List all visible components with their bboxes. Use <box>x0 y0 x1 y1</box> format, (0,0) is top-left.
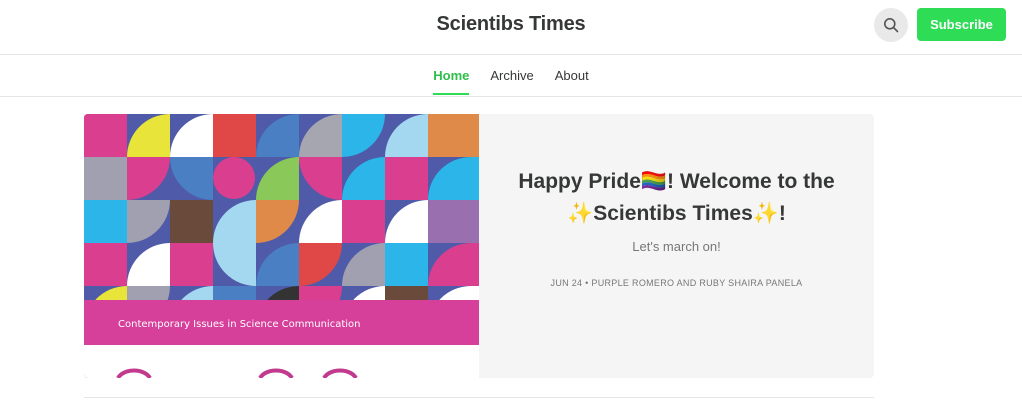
nav-bar: Home Archive About <box>0 55 1022 97</box>
featured-post-info: Happy Pride🏳️‍🌈! Welcome to the ✨Scienti… <box>479 114 874 378</box>
featured-post-card[interactable]: Contemporary Issues in Science Communica… <box>84 114 874 378</box>
nav-items: Home Archive About <box>0 55 1022 96</box>
cover-banner-text: Contemporary Issues in Science Communica… <box>118 319 360 330</box>
top-bar: Scientibs Times Subscribe <box>0 0 1022 55</box>
search-icon <box>884 18 899 33</box>
nav-home[interactable]: Home <box>433 55 470 95</box>
cover-image[interactable]: Contemporary Issues in Science Communica… <box>84 114 479 378</box>
subscribe-button[interactable]: Subscribe <box>917 8 1006 41</box>
site-title[interactable]: Scientibs Times <box>0 13 1022 36</box>
post-subtitle: Let's march on! <box>632 239 721 254</box>
cover-pattern: Contemporary Issues in Science Communica… <box>84 114 479 378</box>
nav-about[interactable]: About <box>555 55 589 94</box>
divider <box>84 397 874 398</box>
search-button[interactable] <box>874 8 908 42</box>
nav-archive[interactable]: Archive <box>490 55 533 94</box>
post-title[interactable]: Happy Pride🏳️‍🌈! Welcome to the ✨Scienti… <box>499 166 854 230</box>
post-meta: JUN 24 • PURPLE ROMERO AND RUBY SHAIRA P… <box>550 278 803 288</box>
